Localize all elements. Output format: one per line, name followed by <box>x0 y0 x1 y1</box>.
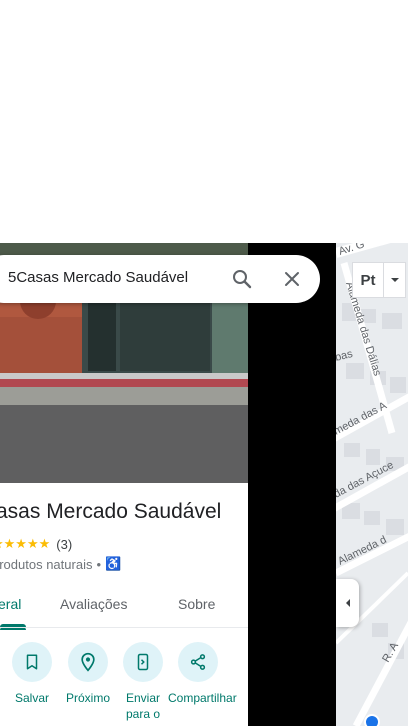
star-rating-icon: ★★★★★ <box>0 536 51 551</box>
share-label: Compartilhar <box>168 691 237 705</box>
chevron-down-icon <box>390 278 399 282</box>
search-box[interactable]: 5Casas Mercado Saudável <box>0 255 320 303</box>
search-icon[interactable] <box>230 267 254 291</box>
chevron-left-icon <box>345 599 350 607</box>
layer-dropdown-button[interactable] <box>384 262 406 298</box>
rating-row[interactable]: ★★★★★ (3) <box>0 536 72 552</box>
layer-button[interactable]: Pt <box>352 262 384 298</box>
nearby-icon <box>68 642 108 682</box>
active-tab-underline <box>0 624 26 627</box>
save-label: Salvar <box>14 691 49 705</box>
search-input[interactable]: 5Casas Mercado Saudável <box>8 269 188 286</box>
place-tabs: eral Avaliações Sobre <box>0 582 248 628</box>
separator-dot: • <box>96 556 102 572</box>
send-to-phone-label: Enviar para o <box>125 691 161 721</box>
send-to-phone-button[interactable]: Enviar para o <box>113 642 173 722</box>
collapse-panel-button[interactable] <box>336 579 359 627</box>
panel-gap <box>248 243 336 726</box>
send-to-phone-icon <box>123 642 163 682</box>
category-label[interactable]: produtos naturais <box>0 557 92 572</box>
tab-about[interactable]: Sobre <box>178 596 215 612</box>
share-icon <box>178 642 218 682</box>
map-tiles: Av. G Alameda das Dálias bas meda das A … <box>336 243 408 726</box>
map-canvas[interactable]: Av. G Alameda das Dálias bas meda das A … <box>336 243 408 726</box>
save-button[interactable]: Salvar <box>2 642 62 706</box>
wheelchair-icon: ♿ <box>105 556 122 571</box>
bookmark-icon <box>12 642 52 682</box>
layer-label: Pt <box>360 271 376 289</box>
nearby-label: Próximo <box>65 691 110 705</box>
blank-area <box>0 0 408 243</box>
nearby-button[interactable]: Próximo <box>58 642 118 706</box>
category-row: produtos naturais • ♿ <box>0 556 121 572</box>
tab-reviews[interactable]: Avaliações <box>60 596 127 612</box>
place-title: asas Mercado Saudável <box>0 500 222 523</box>
tab-overview[interactable]: eral <box>0 596 21 612</box>
close-icon[interactable] <box>280 267 304 291</box>
share-button[interactable]: Compartilhar <box>168 642 237 706</box>
place-pin-icon[interactable] <box>364 714 380 726</box>
review-count[interactable]: (3) <box>56 537 72 552</box>
